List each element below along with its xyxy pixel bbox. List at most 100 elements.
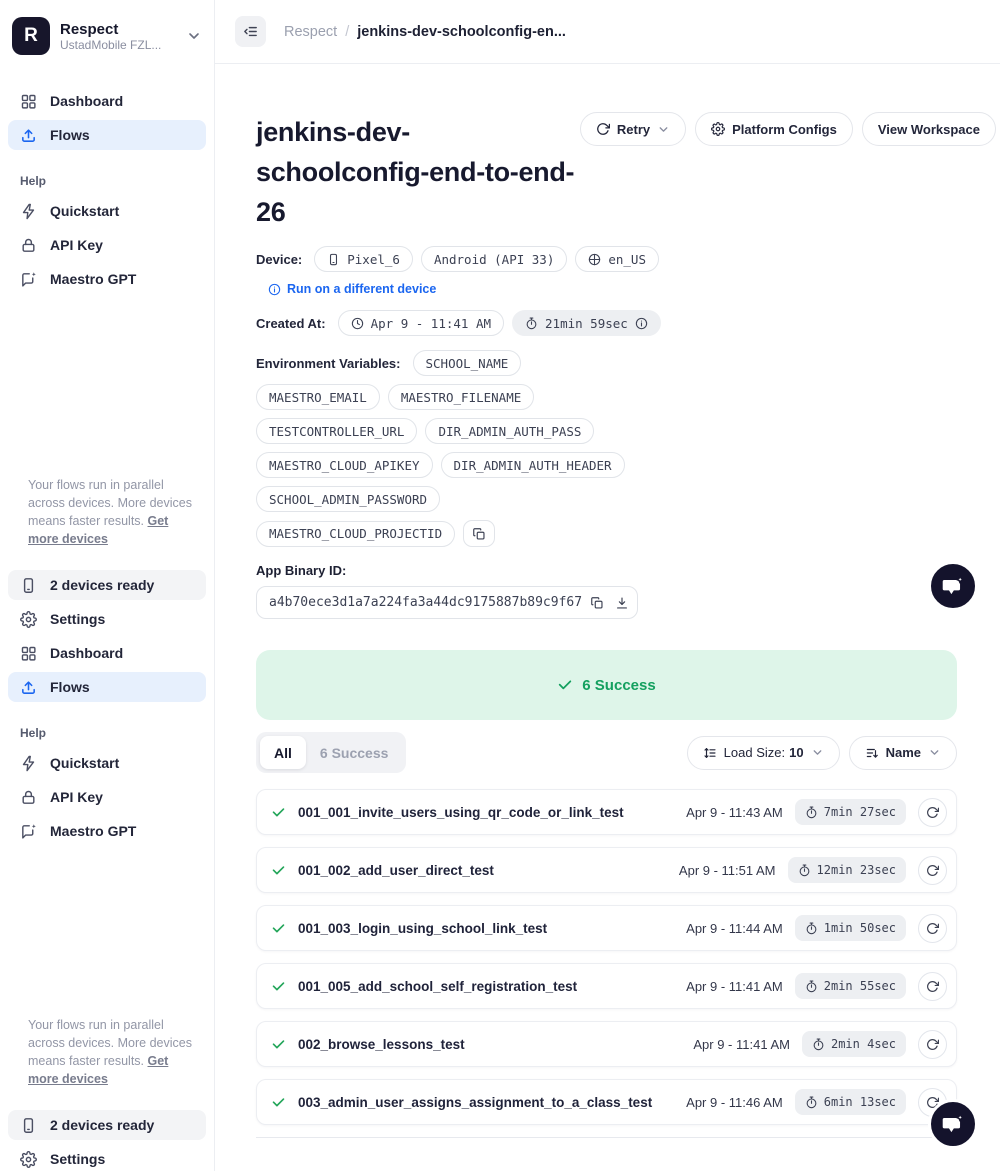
download-binary-button[interactable]: [613, 590, 631, 615]
success-banner: 6 Success: [256, 650, 957, 720]
copy-binary-id-button[interactable]: [588, 590, 606, 615]
sort-dropdown[interactable]: Name: [849, 736, 957, 770]
sidebar-item-maestro-gpt-2[interactable]: Maestro GPT: [8, 816, 206, 846]
success-check-icon: [271, 1095, 286, 1110]
env-vars: Environment Variables: SCHOOL_NAME MAEST…: [256, 350, 638, 547]
test-run-list: 001_001_invite_users_using_qr_code_or_li…: [256, 789, 957, 1125]
device-model-chip[interactable]: Pixel_6: [314, 246, 413, 272]
sidebar-collapse-button[interactable]: [235, 16, 266, 47]
test-duration-chip: 2min 4sec: [802, 1031, 906, 1057]
clock-icon: [351, 317, 364, 330]
env-var-chip[interactable]: SCHOOL_NAME: [413, 350, 522, 376]
sidebar-item-flows-2[interactable]: Flows: [8, 672, 206, 702]
assistant-chat-fab[interactable]: [928, 561, 978, 611]
chat-sparkle-icon: [20, 271, 37, 288]
flows-upload-icon: [20, 127, 37, 144]
sidebar-item-settings[interactable]: Settings: [8, 604, 206, 634]
sidebar-item-api-key-2[interactable]: API Key: [8, 782, 206, 812]
test-run-row[interactable]: 001_003_login_using_school_link_test Apr…: [256, 905, 957, 951]
sidebar-item-api-key[interactable]: API Key: [8, 230, 206, 260]
page-actions: Retry Platform Configs View Workspace: [580, 112, 996, 146]
sidebar-item-quickstart-2[interactable]: Quickstart: [8, 748, 206, 778]
workspace-switcher[interactable]: R Respect UstadMobile FZL...: [8, 16, 206, 56]
refresh-icon: [926, 980, 939, 993]
platform-configs-button[interactable]: Platform Configs: [695, 112, 853, 146]
devices-note-2: Your flows run in parallel across device…: [8, 1016, 206, 1088]
created-row: Created At: Apr 9 - 11:41 AM 21min 59sec: [256, 310, 1000, 336]
test-run-row[interactable]: 001_005_add_school_self_registration_tes…: [256, 963, 957, 1009]
test-run-row[interactable]: 001_001_invite_users_using_qr_code_or_li…: [256, 789, 957, 835]
sidebar-item-dashboard[interactable]: Dashboard: [8, 86, 206, 116]
sidebar-item-devices-ready-2[interactable]: 2 devices ready: [8, 1110, 206, 1140]
device-os-chip[interactable]: Android (API 33): [421, 246, 567, 272]
sidebar-item-settings-2[interactable]: Settings: [8, 1144, 206, 1174]
chat-sparkle-icon: [20, 823, 37, 840]
sidebar-item-label: 2 devices ready: [50, 577, 154, 593]
info-icon: [268, 283, 281, 296]
breadcrumb-separator: /: [345, 24, 349, 40]
retry-test-button[interactable]: [918, 914, 947, 943]
stopwatch-icon: [805, 922, 818, 935]
retry-test-button[interactable]: [918, 1030, 947, 1059]
sidebar-item-dashboard-2[interactable]: Dashboard: [8, 638, 206, 668]
device-locale-chip[interactable]: en_US: [575, 246, 659, 272]
workspace-logo: R: [12, 17, 50, 55]
load-size-dropdown[interactable]: Load Size: 10: [687, 736, 840, 770]
retry-button[interactable]: Retry: [580, 112, 686, 146]
retry-test-button[interactable]: [918, 798, 947, 827]
load-size-label: Load Size:: [724, 745, 785, 760]
test-run-row[interactable]: 001_002_add_user_direct_test Apr 9 - 11:…: [256, 847, 957, 893]
app-binary-id-value: a4b70ece3d1a7a224fa3a44dc9175887b89c9f67: [269, 595, 582, 610]
sidebar-item-devices-ready[interactable]: 2 devices ready: [8, 570, 206, 600]
lock-icon: [20, 237, 37, 254]
top-bar: Respect / jenkins-dev-schoolconfig-en...: [215, 0, 1000, 64]
env-var-chip[interactable]: DIR_ADMIN_AUTH_HEADER: [441, 452, 625, 478]
stopwatch-icon: [798, 864, 811, 877]
copy-icon: [472, 527, 486, 541]
success-check-icon: [271, 805, 286, 820]
breadcrumb-root[interactable]: Respect: [284, 24, 337, 40]
retry-test-button[interactable]: [918, 856, 947, 885]
env-var-chip[interactable]: DIR_ADMIN_AUTH_PASS: [425, 418, 594, 444]
gear-icon: [20, 611, 37, 628]
env-var-chip[interactable]: MAESTRO_CLOUD_APIKEY: [256, 452, 433, 478]
test-run-row[interactable]: 002_browse_lessons_test Apr 9 - 11:41 AM…: [256, 1021, 957, 1067]
view-workspace-button[interactable]: View Workspace: [862, 112, 996, 146]
test-name: 001_002_add_user_direct_test: [298, 863, 667, 878]
tab-success[interactable]: 6 Success: [306, 736, 403, 769]
run-different-device-link[interactable]: Run on a different device: [268, 282, 1000, 296]
tab-all[interactable]: All: [260, 736, 306, 769]
assistant-chat-fab[interactable]: [928, 1099, 978, 1149]
env-var-chip[interactable]: MAESTRO_FILENAME: [388, 384, 534, 410]
test-date: Apr 9 - 11:41 AM: [686, 979, 783, 994]
chevron-down-icon: [811, 746, 824, 759]
sidebar-item-quickstart[interactable]: Quickstart: [8, 196, 206, 226]
info-icon[interactable]: [635, 317, 648, 330]
refresh-icon: [596, 122, 610, 136]
env-var-chip[interactable]: MAESTRO_CLOUD_PROJECTID: [256, 521, 455, 547]
success-check-icon: [271, 921, 286, 936]
load-size-icon: [703, 746, 717, 760]
test-date: Apr 9 - 11:44 AM: [686, 921, 783, 936]
test-run-row[interactable]: 003_admin_user_assigns_assignment_to_a_c…: [256, 1079, 957, 1125]
env-var-chip[interactable]: SCHOOL_ADMIN_PASSWORD: [256, 486, 440, 512]
test-duration-chip: 7min 27sec: [795, 799, 906, 825]
retry-test-button[interactable]: [918, 972, 947, 1001]
phone-icon: [20, 1117, 37, 1134]
list-divider: [256, 1137, 957, 1138]
copy-env-vars-button[interactable]: [463, 520, 495, 547]
stopwatch-icon: [805, 806, 818, 819]
test-name: 001_003_login_using_school_link_test: [298, 921, 674, 936]
sidebar-item-label: Flows: [50, 679, 90, 695]
test-date: Apr 9 - 11:41 AM: [693, 1037, 790, 1052]
workspace-org: UstadMobile FZL...: [60, 38, 176, 52]
env-var-chip[interactable]: MAESTRO_EMAIL: [256, 384, 380, 410]
refresh-icon: [926, 1038, 939, 1051]
sidebar-item-flows[interactable]: Flows: [8, 120, 206, 150]
main-content: jenkins-dev-schoolconfig-end-to-end-26 R…: [215, 64, 1000, 1171]
stopwatch-icon: [525, 317, 538, 330]
env-var-chip[interactable]: TESTCONTROLLER_URL: [256, 418, 417, 444]
sidebar-item-maestro-gpt[interactable]: Maestro GPT: [8, 264, 206, 294]
test-duration-chip: 2min 55sec: [795, 973, 906, 999]
lock-icon: [20, 789, 37, 806]
